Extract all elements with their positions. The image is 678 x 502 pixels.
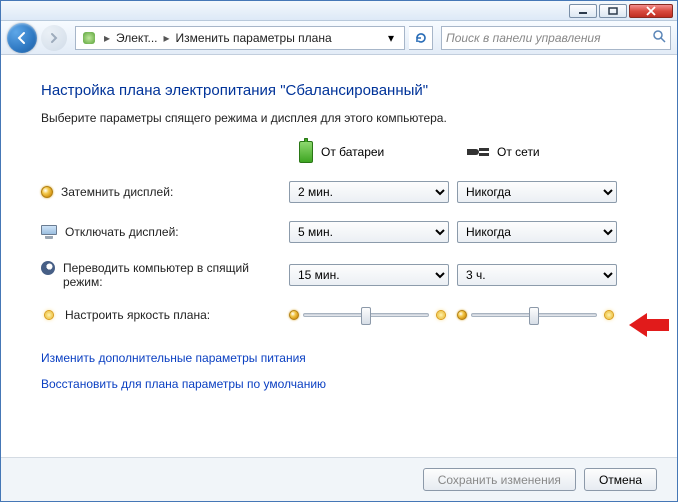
off-battery-select[interactable]: 5 мин. (289, 221, 449, 243)
nav-back-button[interactable] (7, 23, 37, 53)
battery-icon (299, 141, 313, 163)
breadcrumb-dropdown-icon[interactable]: ▾ (382, 31, 400, 45)
navbar: ▸ Элект... ▸ Изменить параметры плана ▾ … (1, 21, 677, 55)
sun-icon (41, 307, 57, 323)
save-button[interactable]: Сохранить изменения (423, 468, 576, 491)
column-header-ac: От сети (457, 145, 617, 159)
page-title: Настройка плана электропитания "Сбаланси… (41, 82, 637, 99)
chevron-right-icon: ▸ (102, 31, 112, 45)
breadcrumb-seg1[interactable]: Элект... (116, 31, 157, 45)
links-section: Изменить дополнительные параметры питани… (41, 351, 637, 403)
cancel-button[interactable]: Отмена (584, 468, 657, 491)
sun-low-icon (457, 310, 467, 320)
row-turn-off-display: Отключать дисплей: (41, 225, 281, 239)
minimize-button[interactable] (569, 4, 597, 18)
sleep-battery-select[interactable]: 15 мин. (289, 264, 449, 286)
annotation-arrow (629, 311, 669, 339)
moon-icon (41, 261, 55, 275)
slider-thumb[interactable] (361, 307, 371, 325)
window: ▸ Элект... ▸ Изменить параметры плана ▾ … (0, 0, 678, 502)
content-area: Настройка плана электропитания "Сбаланси… (1, 56, 677, 501)
sun-high-icon (433, 307, 449, 323)
monitor-icon (41, 225, 57, 239)
link-advanced-settings[interactable]: Изменить дополнительные параметры питани… (41, 351, 306, 365)
sun-low-icon (289, 310, 299, 320)
dim-ac-select[interactable]: Никогда (457, 181, 617, 203)
slider-thumb[interactable] (529, 307, 539, 325)
row-sleep: Переводить компьютер в спящий режим: (41, 261, 281, 289)
control-panel-icon (80, 29, 98, 47)
breadcrumb[interactable]: ▸ Элект... ▸ Изменить параметры плана ▾ (75, 26, 405, 50)
nav-forward-button[interactable] (41, 25, 67, 51)
plug-icon (467, 146, 489, 158)
bullet-icon (41, 186, 53, 198)
maximize-button[interactable] (599, 4, 627, 18)
page-subtitle: Выберите параметры спящего режима и дисп… (41, 111, 637, 125)
search-icon (652, 29, 666, 46)
row-brightness: Настроить яркость плана: (41, 307, 281, 323)
brightness-battery-slider[interactable] (289, 307, 449, 323)
row-dim-display: Затемнить дисплей: (41, 185, 281, 199)
footer: Сохранить изменения Отмена (1, 457, 677, 501)
breadcrumb-seg2[interactable]: Изменить параметры плана (176, 31, 332, 45)
titlebar (1, 1, 677, 21)
sleep-ac-select[interactable]: 3 ч. (457, 264, 617, 286)
brightness-ac-slider[interactable] (457, 307, 617, 323)
off-ac-select[interactable]: Никогда (457, 221, 617, 243)
close-button[interactable] (629, 4, 673, 18)
sun-high-icon (601, 307, 617, 323)
dim-battery-select[interactable]: 2 мин. (289, 181, 449, 203)
search-input[interactable]: Поиск в панели управления (441, 26, 671, 50)
column-header-battery: От батареи (289, 141, 449, 163)
chevron-right-icon: ▸ (162, 31, 172, 45)
link-restore-defaults[interactable]: Восстановить для плана параметры по умол… (41, 377, 326, 391)
refresh-button[interactable] (409, 26, 433, 50)
search-placeholder: Поиск в панели управления (446, 31, 601, 45)
